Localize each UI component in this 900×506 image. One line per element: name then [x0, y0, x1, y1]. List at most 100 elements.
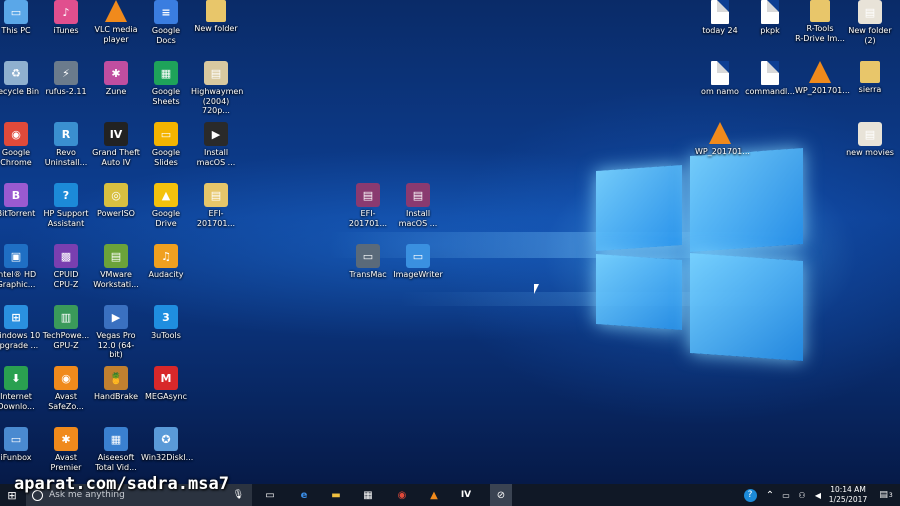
- desktop-icon[interactable]: commandl...: [745, 61, 795, 97]
- vlc-icon: [105, 0, 127, 22]
- poweriso-icon: ◎: [104, 183, 128, 207]
- edge-taskbar-button[interactable]: e: [294, 484, 314, 506]
- desktop-icon[interactable]: ♫ Audacity: [141, 244, 191, 280]
- desktop-icon[interactable]: ♪ iTunes: [41, 0, 91, 36]
- desktop-icon-label: today 24: [702, 26, 738, 35]
- mouse-cursor: [534, 284, 539, 294]
- desktop-icon[interactable]: ⚡ rufus-2.11: [41, 61, 91, 97]
- file-explorer-taskbar-button[interactable]: ▬: [326, 484, 346, 506]
- google-drive-icon: ▲: [154, 183, 178, 207]
- desktop-icon-label: new movies: [846, 148, 894, 157]
- desktop-icon[interactable]: WP_201701...: [795, 61, 850, 96]
- desktop-icon[interactable]: ▤ EFI-201701...: [343, 183, 393, 228]
- help-tray-button[interactable]: ?: [742, 484, 758, 506]
- app-taskbar-button[interactable]: ⊘: [490, 484, 512, 506]
- desktop-icon[interactable]: ◉ Google Chrome: [0, 122, 41, 167]
- desktop-icon[interactable]: ? HP Support Assistant: [41, 183, 91, 228]
- desktop-icon[interactable]: R-Tools R-Drive Im...: [795, 0, 845, 43]
- desktop-icon[interactable]: today 24: [695, 0, 745, 36]
- desktop-icon-label: BitTorrent: [0, 209, 36, 218]
- movies-folder-icon: ▤: [858, 122, 882, 146]
- desktop-icon[interactable]: ▭ Google Slides: [141, 122, 191, 167]
- gta-taskbar-button[interactable]: IV: [456, 484, 476, 506]
- desktop-icon[interactable]: ✪ Win32Diskl...: [141, 427, 193, 463]
- desktop-icon[interactable]: ◎ PowerISO: [91, 183, 141, 219]
- desktop-icon[interactable]: ▤ Highwaymen (2004) 720p...: [191, 61, 243, 116]
- desktop-icon[interactable]: pkpk: [745, 0, 795, 36]
- this-pc-icon: ▭: [4, 0, 28, 24]
- desktop-icon[interactable]: ▲ Google Drive: [141, 183, 191, 228]
- desktop-icon[interactable]: 3 3uTools: [141, 305, 191, 341]
- battery-tray-button[interactable]: ▭: [780, 484, 792, 506]
- desktop-icon[interactable]: IV Grand Theft Auto IV: [91, 122, 141, 167]
- battery-icon: ▭: [782, 490, 790, 500]
- desktop-icon[interactable]: ▦ Google Sheets: [141, 61, 191, 106]
- desktop-icon[interactable]: ▣ Intel® HD Graphic...: [0, 244, 41, 289]
- windows-logo-pane: [596, 164, 682, 252]
- desktop-icon[interactable]: ◉ Avast SafeZo...: [41, 366, 91, 411]
- show-hidden-icons-button[interactable]: ⌃: [764, 484, 776, 506]
- desktop-icon-label: Revo Uninstall...: [44, 148, 88, 167]
- desktop-icon[interactable]: ▭ TransMac: [343, 244, 393, 280]
- desktop-icon[interactable]: 🍍 HandBrake: [91, 366, 141, 402]
- network-tray-button[interactable]: ⚇: [796, 484, 808, 506]
- desktop-icon[interactable]: ▤ new movies: [845, 122, 895, 158]
- desktop-icon[interactable]: ▤ Install macOS ...: [393, 183, 443, 228]
- store-taskbar-button[interactable]: ▦: [358, 484, 378, 506]
- desktop-icon[interactable]: ≡ Google Docs: [141, 0, 191, 45]
- document-icon: [761, 61, 779, 85]
- action-center-button[interactable]: ▤ 3: [876, 484, 896, 506]
- app-icon: ⊘: [496, 489, 506, 501]
- windows10-upgrade-icon: ⊞: [4, 305, 28, 329]
- desktop-icon[interactable]: ▤ New folder (2): [845, 0, 895, 45]
- volume-tray-button[interactable]: ◀: [812, 484, 824, 506]
- desktop-icon[interactable]: R Revo Uninstall...: [41, 122, 91, 167]
- desktop-icon[interactable]: WP_201701...: [695, 122, 750, 157]
- desktop-icon[interactable]: ▶ Install macOS ...: [191, 122, 241, 167]
- desktop-icon-label: WP_201701...: [695, 147, 750, 156]
- desktop-icon-label: Google Slides: [151, 148, 181, 167]
- desktop-icon[interactable]: B BitTorrent: [0, 183, 41, 219]
- zune-icon: ✱: [104, 61, 128, 85]
- desktop-icon[interactable]: ▭ This PC: [0, 0, 41, 36]
- desktop-icon[interactable]: ✱ Zune: [91, 61, 141, 97]
- desktop-icon[interactable]: ▦ Aiseesoft Total Vid...: [91, 427, 141, 472]
- desktop-icon[interactable]: ▤ VMware Workstati...: [91, 244, 141, 289]
- desktop-icon[interactable]: New folder: [191, 0, 241, 34]
- desktop-icon-label: MEGAsync: [145, 392, 187, 401]
- task-view-button[interactable]: ▭: [260, 484, 280, 506]
- desktop-icon[interactable]: ▭ iFunbox: [0, 427, 41, 463]
- microphone-icon[interactable]: 🎙: [233, 490, 244, 500]
- desktop-icon[interactable]: ▶ Vegas Pro 12.0 (64-bit): [91, 305, 141, 360]
- desktop-icon[interactable]: ▭ ImageWriter: [393, 244, 443, 280]
- vlc-taskbar-button[interactable]: ▲: [424, 484, 444, 506]
- document-icon: [761, 0, 779, 24]
- desktop-icon[interactable]: ▩ CPUID CPU-Z: [41, 244, 91, 289]
- chrome-taskbar-button[interactable]: ◉: [392, 484, 412, 506]
- desktop-icon[interactable]: ▥ TechPowe... GPU-Z: [41, 305, 91, 350]
- gpuz-icon: ▥: [54, 305, 78, 329]
- desktop-icon[interactable]: ♻ Recycle Bin: [0, 61, 41, 97]
- cpuz-icon: ▩: [54, 244, 78, 268]
- desktop-icon[interactable]: ⊞ Windows 10 Upgrade ...: [0, 305, 41, 350]
- clock[interactable]: 10:14 AM 1/25/2017: [826, 485, 870, 505]
- desktop-icon-label: CPUID CPU-Z: [53, 270, 79, 289]
- desktop-icon[interactable]: sierra: [845, 61, 895, 95]
- desktop-icon[interactable]: ⬇ Internet Downlo...: [0, 366, 41, 411]
- notification-count: 3: [888, 491, 893, 499]
- vlc-icon: ▲: [430, 489, 438, 501]
- bittorrent-icon: B: [4, 183, 28, 207]
- desktop-icon-label: iTunes: [53, 26, 79, 35]
- desktop-icon[interactable]: VLC media player: [91, 0, 141, 44]
- desktop-icon-label: New folder (2): [848, 26, 892, 45]
- desktop-icon-label: ImageWriter: [393, 270, 443, 279]
- clock-time: 10:14 AM: [830, 485, 866, 494]
- windows-logo-pane: [690, 148, 803, 252]
- desktop-icon-label: Internet Downlo...: [0, 392, 35, 411]
- desktop-icon-label: Avast SafeZo...: [48, 392, 84, 411]
- desktop-icon[interactable]: ▤ EFI-201701...: [191, 183, 241, 228]
- desktop-icon[interactable]: om namo: [695, 61, 745, 97]
- desktop[interactable]: ▭ This PC ♪ iTunes VLC media player ≡ Google D…: [0, 0, 900, 484]
- desktop-icon[interactable]: M MEGAsync: [141, 366, 191, 402]
- desktop-icon[interactable]: ✱ Avast Premier: [41, 427, 91, 472]
